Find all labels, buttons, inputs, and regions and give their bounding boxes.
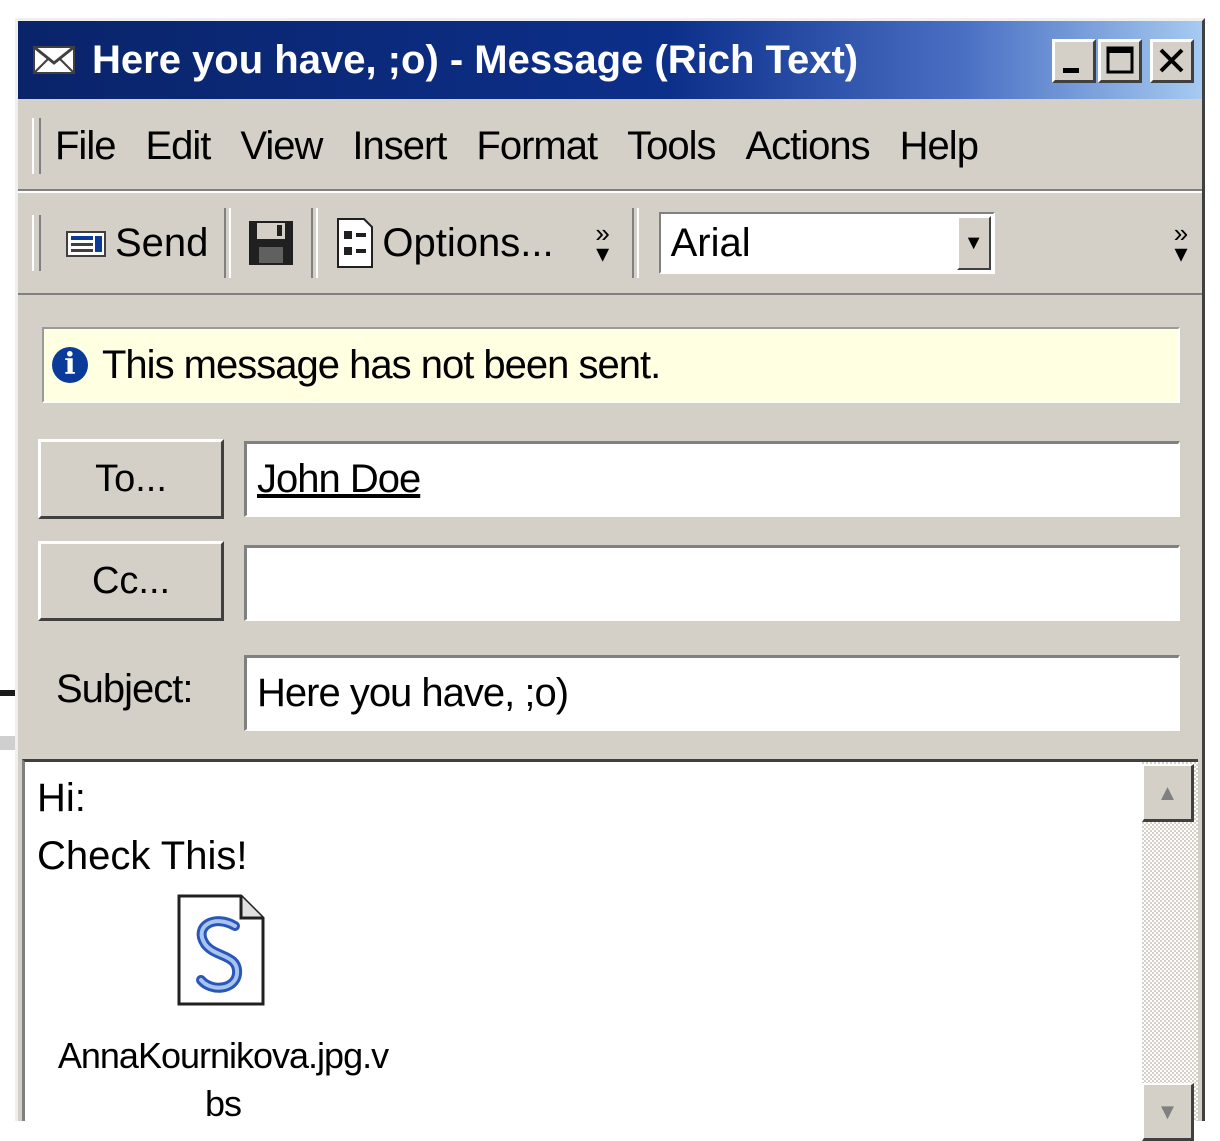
attachment-name-line2: bs <box>204 1083 242 1124</box>
vertical-scrollbar[interactable]: ▲ ▼ <box>1142 762 1198 1141</box>
menu-edit[interactable]: Edit <box>145 124 211 169</box>
cc-button-label: Cc... <box>91 559 171 602</box>
dropdown-arrow-icon: ▾ <box>596 238 610 268</box>
attachment-name-line1: AnnaKournikova.jpg.v <box>57 1035 389 1076</box>
font-name-value: Arial <box>670 220 751 265</box>
maximize-button[interactable] <box>1098 39 1142 83</box>
info-bar: i This message has not been sent. <box>42 327 1180 403</box>
options-button[interactable]: Options... <box>324 208 563 278</box>
toolbar-separator <box>631 208 639 278</box>
subject-field[interactable]: Here you have, ;o) <box>244 655 1180 731</box>
send-button[interactable]: Send <box>55 208 218 278</box>
body-line-check: Check This! <box>37 834 248 878</box>
scroll-down-button[interactable]: ▼ <box>1142 1083 1194 1141</box>
info-message: This message has not been sent. <box>102 342 661 387</box>
options-icon <box>337 218 374 268</box>
send-label: Send <box>115 220 209 265</box>
toolbar-grip[interactable] <box>32 215 41 271</box>
to-field[interactable]: John Doe <box>244 441 1180 517</box>
menu-tools[interactable]: Tools <box>627 124 716 169</box>
send-icon <box>66 231 106 257</box>
to-button-label: To... <box>95 457 167 500</box>
title-bar[interactable]: Here you have, ;o) - Message (Rich Text) <box>18 21 1202 99</box>
minimize-icon <box>1063 68 1079 73</box>
menu-format[interactable]: Format <box>476 124 598 169</box>
message-body[interactable]: Hi: Check This! AnnaKournikova.jpg.v bs … <box>22 759 1198 1141</box>
menu-view[interactable]: View <box>240 124 323 169</box>
close-icon <box>1159 48 1184 73</box>
toolbar-separator <box>311 208 319 278</box>
arrow-up-icon: ▲ <box>1156 779 1179 805</box>
to-recipient[interactable]: John Doe <box>257 457 421 502</box>
minimize-button[interactable] <box>1052 39 1096 83</box>
save-button[interactable] <box>237 208 305 278</box>
toolbar-more-chevron[interactable]: » ▾ <box>588 220 618 266</box>
scroll-up-button[interactable]: ▲ <box>1142 764 1194 822</box>
vbscript-file-icon[interactable] <box>175 892 267 1008</box>
menu-actions[interactable]: Actions <box>746 124 871 169</box>
window-title: Here you have, ;o) - Message (Rich Text) <box>92 37 859 82</box>
maximize-icon <box>1106 46 1134 74</box>
menu-file[interactable]: File <box>55 124 116 169</box>
toolbar-separator <box>224 208 232 278</box>
floppy-disk-icon <box>249 221 294 265</box>
cc-field[interactable] <box>244 545 1180 621</box>
close-button[interactable] <box>1150 39 1194 83</box>
body-line-greeting: Hi: <box>37 776 86 820</box>
font-dropdown-button[interactable]: ▼ <box>956 216 991 270</box>
menu-bar: File Edit View Insert Format Tools Actio… <box>18 103 1202 191</box>
options-label: Options... <box>382 220 554 265</box>
envelope-icon <box>32 43 78 77</box>
chevron-down-icon: ▼ <box>963 231 984 254</box>
to-button[interactable]: To... <box>38 439 224 519</box>
message-window: Here you have, ;o) - Message (Rich Text) <box>15 18 1205 1141</box>
menu-insert[interactable]: Insert <box>352 124 447 169</box>
menubar-grip[interactable] <box>32 118 41 174</box>
attachment-filename[interactable]: AnnaKournikova.jpg.v bs <box>33 1032 413 1128</box>
cc-button[interactable]: Cc... <box>38 541 224 621</box>
info-icon: i <box>52 347 88 383</box>
formatting-more-chevron[interactable]: » ▾ <box>1166 220 1196 266</box>
subject-value: Here you have, ;o) <box>257 671 569 715</box>
dropdown-arrow-icon: ▾ <box>1174 238 1188 268</box>
font-name-select[interactable]: Arial ▼ <box>658 212 995 274</box>
menu-help[interactable]: Help <box>900 124 979 169</box>
window-controls <box>1052 39 1194 83</box>
standard-toolbar: Send Options... » ▾ Arial ▼ » ▾ <box>18 191 1202 295</box>
subject-label: Subject: <box>56 667 194 711</box>
